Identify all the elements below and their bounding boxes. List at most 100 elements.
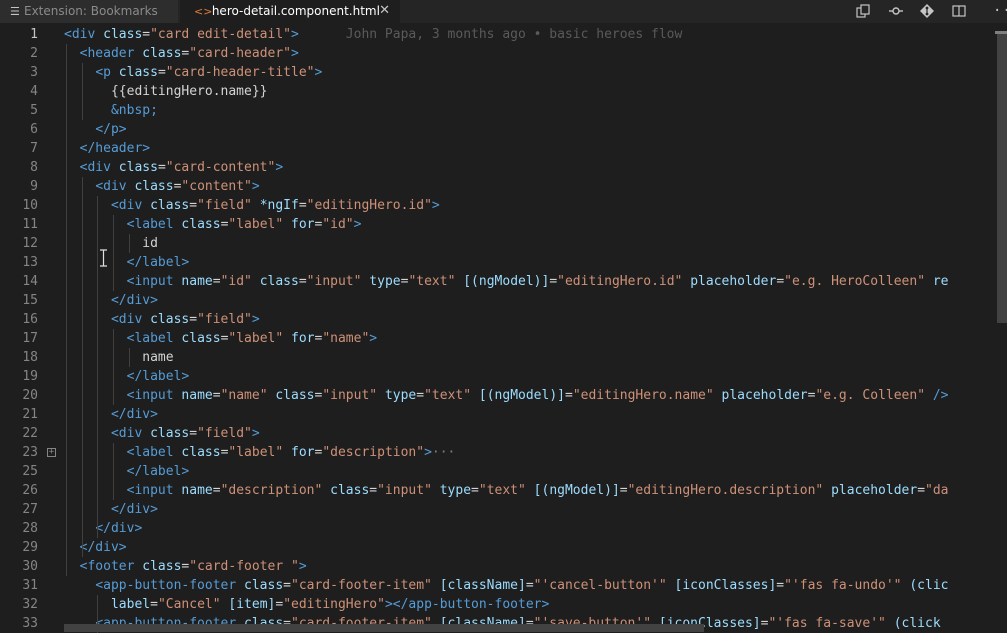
code-line[interactable]: </p>: [64, 120, 126, 139]
git-commit-icon[interactable]: [917, 2, 937, 20]
split-editor-icon[interactable]: [949, 2, 969, 20]
code-token: type: [439, 483, 472, 498]
indent-guide: [129, 348, 130, 367]
code-token: class: [150, 426, 190, 441]
code-token: >: [291, 27, 299, 42]
code-token: "label": [228, 217, 284, 232]
code-line[interactable]: <div class="field">: [64, 424, 260, 443]
code-line[interactable]: id: [64, 234, 158, 253]
code-token: "editingHero": [283, 597, 385, 612]
code-line[interactable]: <footer class="card-footer ">: [64, 557, 307, 576]
code-token: re: [932, 274, 949, 289]
code-token: >: [384, 597, 393, 612]
code-line[interactable]: {{editingHero.name}}: [64, 82, 268, 101]
code-line[interactable]: <div class="field">: [64, 310, 260, 329]
code-token: "e.g. Colleen": [815, 388, 926, 403]
vertical-scrollbar[interactable]: [995, 23, 1007, 633]
code-token: <app-button-footer: [95, 578, 245, 593]
code-line[interactable]: </header>: [64, 139, 150, 158]
fold-expand-icon[interactable]: +: [47, 448, 56, 457]
code-token: =: [525, 578, 534, 593]
code-token: =: [157, 160, 166, 175]
scrollbar-thumb[interactable]: [997, 31, 1007, 323]
line-number: 20: [22, 388, 38, 403]
code-token: "card-footer-item": [291, 578, 432, 593]
code-line[interactable]: <div class="card edit-detail"> John Papa…: [64, 25, 682, 44]
code-token: >: [298, 559, 307, 574]
code-line[interactable]: <label class="label" for="name">: [64, 329, 378, 348]
code-area[interactable]: <div class="card edit-detail"> John Papa…: [64, 23, 995, 633]
code-line[interactable]: &nbsp;: [64, 101, 158, 120]
open-changes-icon[interactable]: [853, 2, 873, 20]
compare-icon[interactable]: [886, 2, 906, 20]
code-line[interactable]: label="Cancel" [item]="editingHero"></ap…: [64, 595, 549, 614]
code-editor[interactable]: 1 2 3 4 5 6 7 8 9 10 11 12 13 14 15 16 17 18 19 20 21 22 23 +25…: [0, 23, 1007, 633]
code-line[interactable]: name: [64, 348, 173, 367]
scrollbar-thumb[interactable]: [64, 624, 704, 632]
code-token: <input: [126, 388, 182, 403]
line-number: 30: [22, 559, 38, 574]
code-token: </div>: [110, 502, 158, 517]
code-line[interactable]: <p class="card-header-title">: [64, 63, 322, 82]
code-token: label: [110, 597, 151, 612]
code-token: class: [181, 217, 221, 232]
code-token: "'cancel-button'": [533, 578, 667, 593]
code-token: "input": [306, 274, 362, 289]
list-icon: ☰: [10, 5, 20, 18]
code-token: placeholder: [831, 483, 918, 498]
close-icon[interactable]: ✕: [379, 0, 390, 22]
line-number: 26: [22, 483, 38, 498]
code-token: =: [564, 388, 573, 403]
code-line[interactable]: </div>: [64, 500, 158, 519]
code-token: >: [353, 217, 362, 232]
code-line[interactable]: <app-button-footer class="card-footer-it…: [64, 576, 948, 595]
code-line[interactable]: </div>: [64, 519, 142, 538]
code-line[interactable]: <label class="label" for="description">·…: [64, 443, 456, 462]
code-token: </div>: [110, 407, 158, 422]
code-line[interactable]: </div>: [64, 291, 158, 310]
code-token: =: [298, 274, 307, 289]
tab-hero-detail-component[interactable]: <> hero-detail.component.html ✕: [180, 0, 400, 23]
code-token: class: [181, 445, 221, 460]
line-number: 9: [30, 179, 38, 194]
code-line[interactable]: </div>: [64, 538, 127, 557]
indent-guide: [113, 329, 114, 405]
line-number: 22: [22, 426, 38, 441]
code-token: </label>: [126, 464, 190, 479]
code-token: name: [181, 388, 213, 403]
code-line[interactable]: <label class="label" for="id">: [64, 215, 362, 234]
line-number: 10: [22, 198, 38, 213]
code-token: "card-header-title": [165, 65, 315, 80]
more-actions-icon[interactable]: ···: [993, 2, 1007, 20]
code-token: <div: [110, 312, 151, 327]
tab-extension-bookmarks[interactable]: ☰ Extension: Bookmarks: [0, 0, 179, 23]
code-token: </div>: [79, 540, 127, 555]
horizontal-scrollbar[interactable]: [64, 623, 995, 633]
code-line[interactable]: <div class="card-content">: [64, 158, 284, 177]
line-number: 19: [22, 369, 38, 384]
code-line[interactable]: <input name="name" class="input" type="t…: [64, 386, 949, 405]
code-token: ···: [431, 445, 456, 460]
code-file-icon: <>: [194, 5, 213, 18]
indent-guide: [82, 177, 83, 557]
code-token: class: [275, 388, 315, 403]
code-line[interactable]: </div>: [64, 405, 158, 424]
code-line[interactable]: <div class="content">: [64, 177, 259, 196]
code-line[interactable]: <div class="field" *ngIf="editingHero.id…: [64, 196, 440, 215]
line-number: 15: [22, 293, 38, 308]
code-line[interactable]: <header class="card-header">: [64, 44, 299, 63]
code-token: =: [917, 483, 926, 498]
code-line[interactable]: <input name="description" class="input" …: [64, 481, 949, 500]
code-line[interactable]: <input name="id" class="input" type="tex…: [64, 272, 949, 291]
code-token: placeholder: [721, 388, 808, 403]
